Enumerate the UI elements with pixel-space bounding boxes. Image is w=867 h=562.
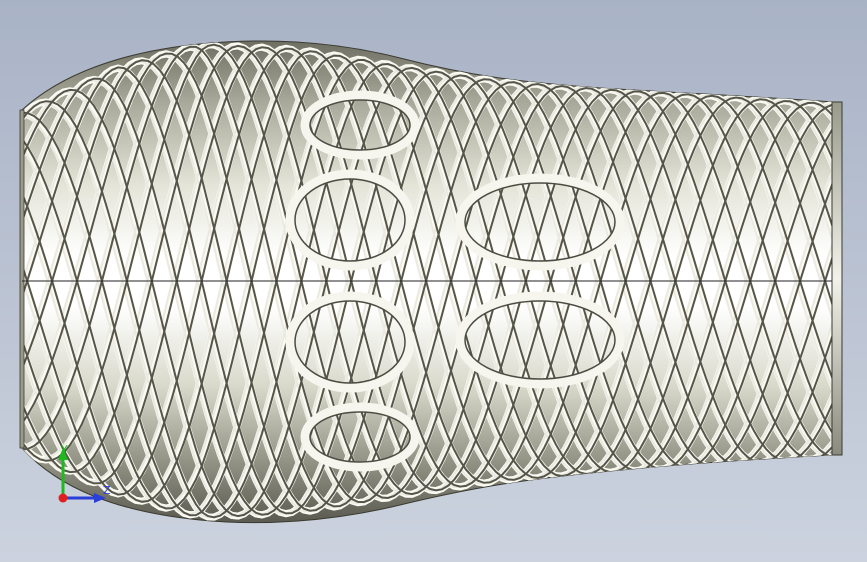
z-axis-label: Z [103, 484, 111, 497]
y-axis-label: Y [61, 443, 68, 456]
coordinate-triad: Y Z [48, 438, 118, 510]
graphics-viewport[interactable]: Y Z [0, 0, 867, 562]
model-canvas[interactable] [0, 0, 867, 562]
end-cap [831, 101, 843, 456]
start-edge [19, 109, 25, 449]
lattice-vase-body[interactable] [10, 40, 850, 524]
x-axis-icon [58, 493, 68, 503]
